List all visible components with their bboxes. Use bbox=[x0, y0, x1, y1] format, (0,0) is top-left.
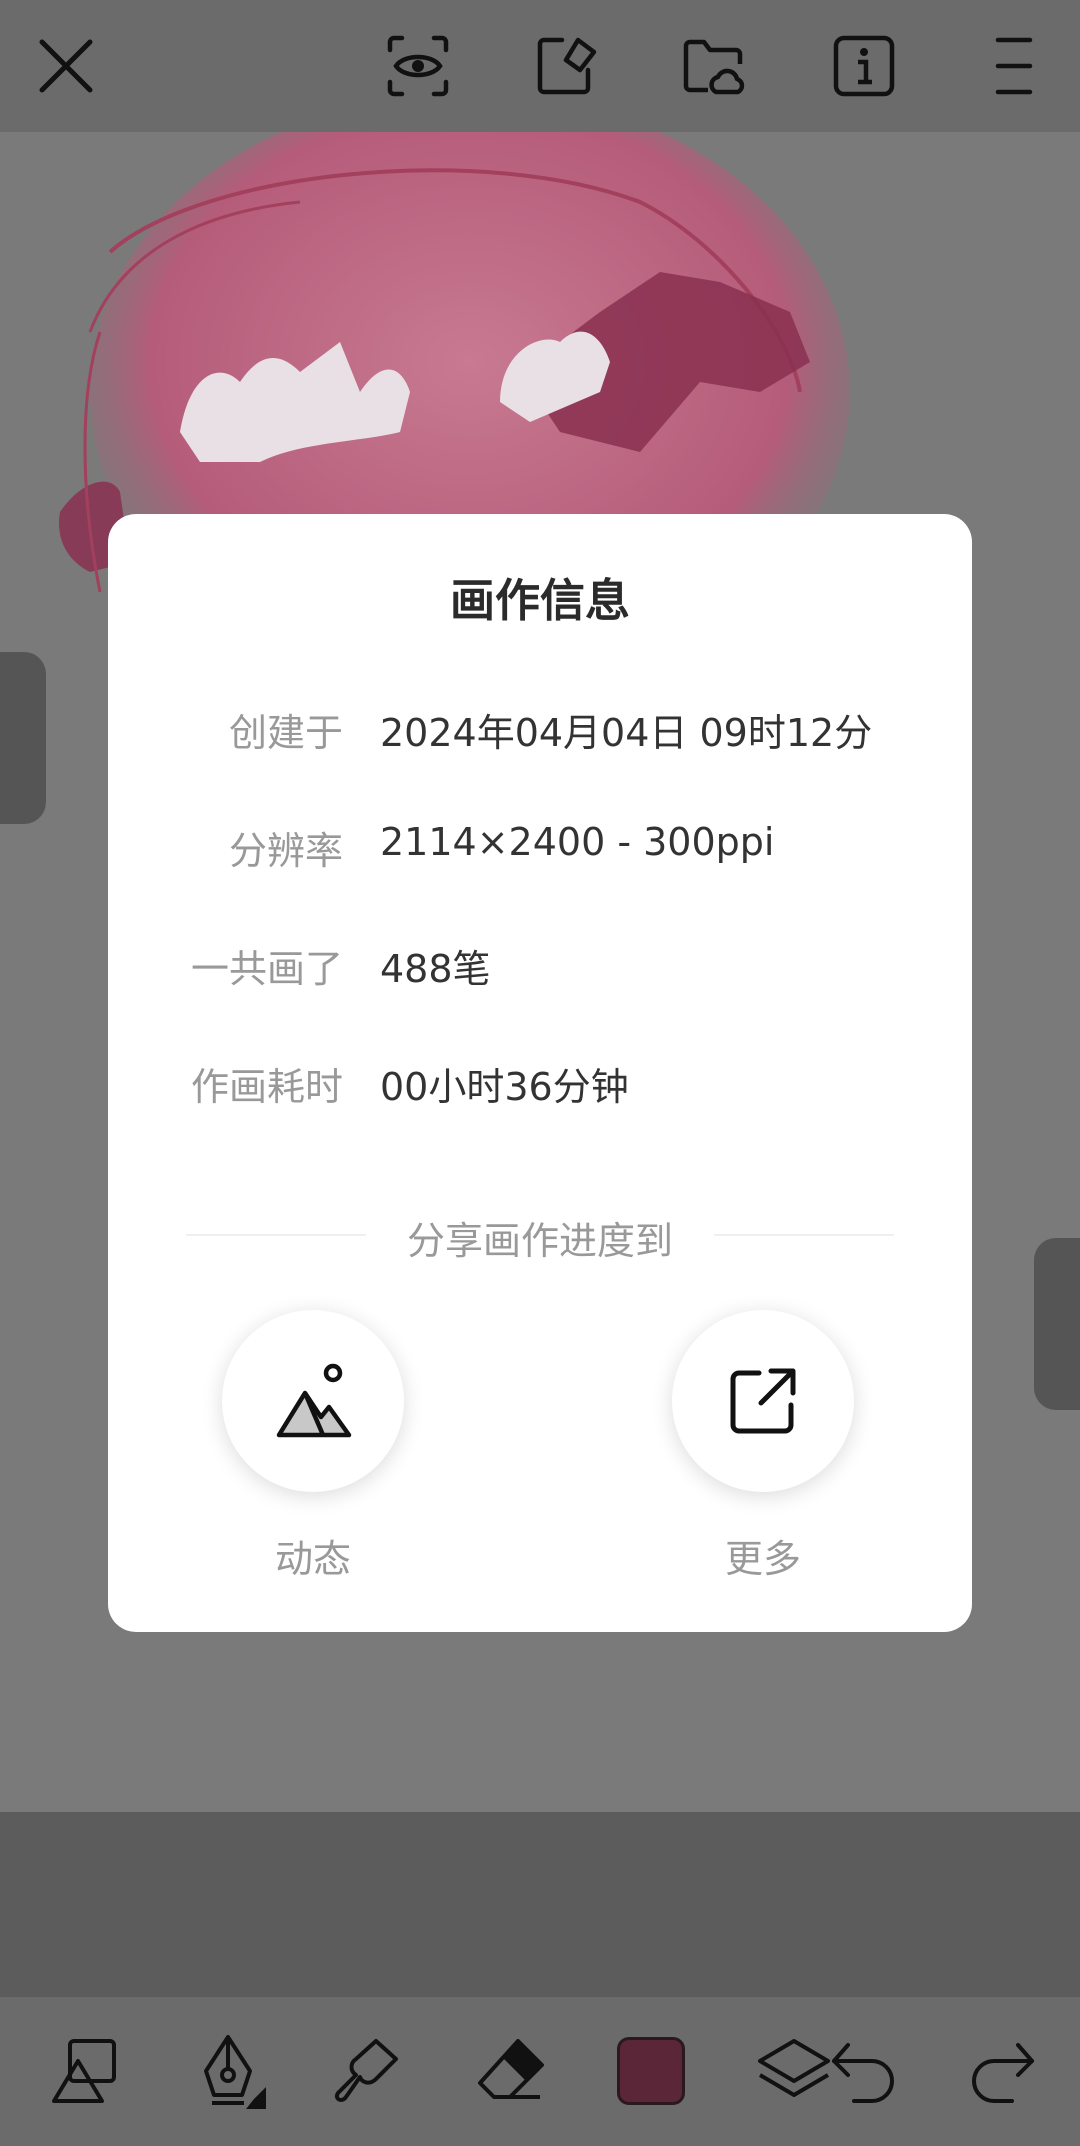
smudge-icon bbox=[335, 2039, 398, 2102]
close-button[interactable] bbox=[22, 22, 110, 110]
undo-icon bbox=[832, 2043, 894, 2103]
info-row-created: 创建于 2024年04月04日 09时12分 bbox=[108, 702, 972, 762]
info-label: 一共画了 bbox=[190, 947, 343, 991]
share-moments-label: 动态 bbox=[274, 1537, 351, 1581]
opacity-slider-handle[interactable] bbox=[1034, 1238, 1080, 1410]
smudge-tool[interactable] bbox=[320, 2025, 412, 2117]
close-icon bbox=[39, 39, 93, 93]
canvas-bottom-area bbox=[0, 1812, 1080, 1997]
info-label: 分辨率 bbox=[228, 829, 343, 873]
color-swatch[interactable] bbox=[617, 2037, 685, 2105]
shapes-tool[interactable] bbox=[38, 2025, 130, 2117]
cloud-folder-icon bbox=[683, 39, 745, 95]
shapes-icon bbox=[52, 2039, 116, 2103]
sticker-icon bbox=[537, 37, 597, 95]
share-more-label: 更多 bbox=[724, 1537, 801, 1581]
menu-icon bbox=[995, 37, 1033, 95]
info-value: 2024年04月04日 09时12分 bbox=[380, 711, 873, 755]
info-row-duration: 作画耗时 00小时36分钟 bbox=[108, 1056, 972, 1116]
image-mountain-icon bbox=[276, 1363, 352, 1438]
sticker-button[interactable] bbox=[522, 22, 610, 110]
info-value: 00小时36分钟 bbox=[380, 1065, 629, 1109]
eraser-tool[interactable] bbox=[464, 2025, 556, 2117]
redo-icon bbox=[972, 2043, 1034, 2103]
share-title: 分享画作进度到 bbox=[406, 1219, 673, 1263]
external-link-icon bbox=[730, 1368, 796, 1434]
artwork-info-dialog: 画作信息 创建于 2024年04月04日 09时12分 分辨率 2114×240… bbox=[108, 514, 972, 1632]
info-button[interactable] bbox=[820, 22, 908, 110]
brush-size-slider-handle[interactable] bbox=[0, 652, 46, 824]
info-label: 创建于 bbox=[228, 711, 343, 755]
eraser-icon bbox=[478, 2039, 544, 2099]
info-icon bbox=[833, 35, 895, 97]
pen-tool[interactable] bbox=[182, 2025, 274, 2117]
info-value: 2114×2400 - 300ppi bbox=[380, 820, 775, 864]
preview-button[interactable] bbox=[374, 22, 462, 110]
pen-nib-icon bbox=[204, 2035, 266, 2109]
top-toolbar bbox=[0, 0, 1080, 132]
menu-button[interactable] bbox=[970, 22, 1058, 110]
cloud-folder-button[interactable] bbox=[670, 22, 758, 110]
bottom-toolbar bbox=[0, 1997, 1080, 2146]
share-moments-button[interactable] bbox=[222, 1310, 404, 1492]
info-row-strokes: 一共画了 488笔 bbox=[108, 938, 972, 998]
eye-scan-icon bbox=[387, 35, 449, 97]
info-value: 488笔 bbox=[380, 947, 491, 991]
dialog-title: 画作信息 bbox=[449, 574, 630, 627]
info-label: 作画耗时 bbox=[190, 1065, 343, 1109]
undo-button[interactable] bbox=[820, 2025, 912, 2117]
share-more-button[interactable] bbox=[672, 1310, 854, 1492]
redo-button[interactable] bbox=[954, 2025, 1046, 2117]
info-row-resolution: 分辨率 2114×2400 - 300ppi bbox=[108, 820, 972, 880]
